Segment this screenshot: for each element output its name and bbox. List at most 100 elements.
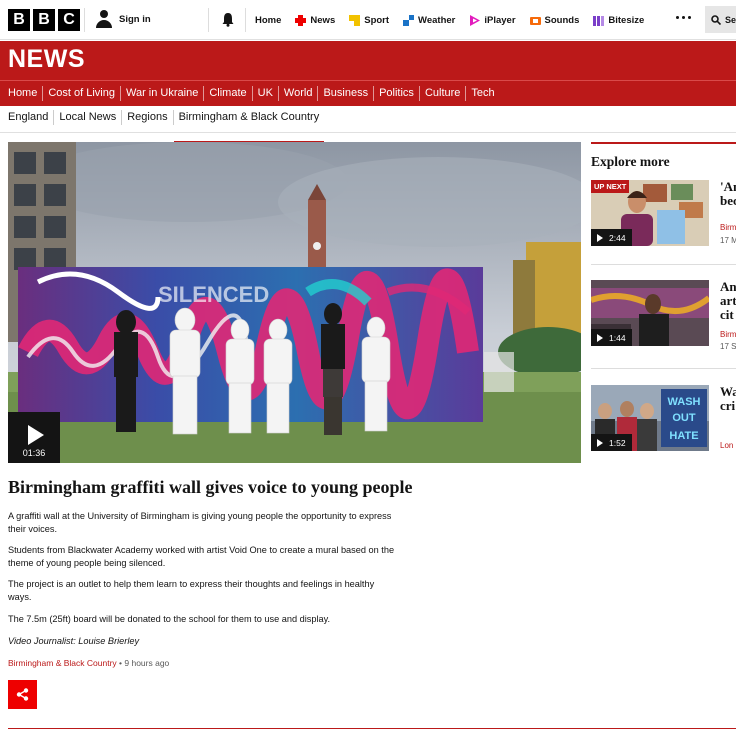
card-title-line: bec (720, 193, 736, 208)
nav-label: Weather (418, 14, 456, 26)
video-credit: Video Journalist: Louise Brierley (8, 636, 140, 646)
thumb-mural-text: WASH (668, 396, 701, 408)
section-nav: Home Cost of Living War in Ukraine Clima… (3, 84, 500, 103)
sport-icon (349, 14, 361, 26)
play-icon (28, 425, 44, 445)
up-next-badge: UP NEXT (591, 180, 630, 193)
video-thumbnail[interactable]: 1:44 (591, 280, 709, 346)
video-card[interactable]: WASH OUT HATE 1:52 Wa cri Lon (591, 385, 736, 455)
topic-tag-link[interactable]: Birmingham & Black Country (8, 658, 117, 668)
thumb-mural-text: HATE (669, 430, 698, 442)
video-play-button[interactable]: 01:36 (8, 412, 60, 463)
nav-label: Bitesize (608, 14, 645, 26)
more-menu-icon[interactable] (676, 16, 691, 19)
card-title[interactable]: Wa cri (720, 385, 736, 413)
nav-weather[interactable]: Weather (396, 0, 462, 40)
card-title[interactable]: 'Anbec (720, 180, 736, 208)
nav-iplayer[interactable]: iPlayer (462, 0, 522, 40)
user-icon (96, 10, 112, 28)
divider (245, 8, 246, 32)
logo-letter: B (33, 9, 55, 31)
signin-button[interactable]: Sign in (96, 10, 151, 28)
bitesize-icon (593, 15, 605, 26)
share-button[interactable] (8, 680, 37, 709)
subsection-nav: England Local News Regions Birmingham & … (3, 110, 325, 143)
bbc-logo[interactable]: B B C (8, 9, 80, 31)
news-wordmark[interactable]: NEWS (8, 45, 85, 74)
video-thumbnail[interactable]: WASH OUT HATE 1:52 (591, 385, 709, 451)
nav-news[interactable]: News (288, 0, 342, 40)
explore-more-heading: Explore more (591, 154, 670, 169)
article-headline: Birmingham graffiti wall gives voice to … (8, 477, 413, 497)
play-icon (597, 438, 603, 447)
section-war-in-ukraine[interactable]: War in Ukraine (121, 86, 205, 101)
logo-letter: C (58, 9, 80, 31)
card-duration: 1:44 (609, 332, 626, 343)
duration-pill: 1:52 (591, 434, 632, 451)
divider (8, 728, 736, 729)
subsection-england[interactable]: England (3, 110, 55, 125)
card-title-line: cit (720, 307, 734, 322)
video-card[interactable]: 1:44 An art cit Birm 17 S (591, 280, 736, 351)
divider (591, 264, 736, 265)
card-title-line: Wa (720, 384, 736, 399)
subsection-birmingham[interactable]: Birmingham & Black Country (173, 110, 325, 143)
section-world[interactable]: World (279, 86, 319, 101)
bell-icon[interactable] (221, 12, 235, 27)
section-climate[interactable]: Climate (204, 86, 253, 101)
news-icon (295, 14, 307, 26)
video-still: SILENCED (8, 142, 581, 463)
card-topic[interactable]: Lon (720, 441, 733, 450)
section-politics[interactable]: Politics (374, 86, 420, 101)
article-meta: Birmingham & Black Country • 9 hours ago (8, 658, 169, 668)
card-title-line: 'An (720, 179, 736, 194)
sounds-icon (529, 16, 541, 25)
card-date: 17 S (720, 342, 736, 351)
card-title[interactable]: An art cit (720, 280, 736, 322)
card-title-line: art (720, 293, 736, 308)
video-thumbnail[interactable]: UP NEXT 2:44 (591, 180, 709, 246)
subsection-regions[interactable]: Regions (122, 110, 174, 125)
search-button[interactable]: Se (705, 6, 736, 33)
video-card[interactable]: UP NEXT 2:44 'Anbec Birm 17 M (591, 180, 736, 250)
search-icon (711, 14, 721, 25)
card-topic[interactable]: Birm (720, 330, 736, 339)
section-home[interactable]: Home (3, 86, 44, 101)
card-duration: 2:44 (609, 232, 626, 243)
search-label: Se (724, 14, 736, 25)
section-culture[interactable]: Culture (420, 86, 467, 101)
video-duration: 01:36 (22, 448, 46, 458)
section-tech[interactable]: Tech (466, 86, 499, 101)
nav-label: Sport (364, 14, 390, 26)
card-topic[interactable]: Birm (720, 223, 736, 232)
nav-label: News (310, 14, 336, 26)
thumb-mural-text: OUT (672, 412, 696, 424)
mural-text: SILENCED (158, 282, 269, 307)
duration-pill: 2:44 (591, 229, 632, 246)
divider (0, 80, 736, 81)
nav-sport[interactable]: Sport (342, 0, 396, 40)
play-icon (597, 333, 603, 342)
card-title-line: An (720, 279, 736, 294)
article-paragraph: A graffiti wall at the University of Bir… (8, 511, 392, 534)
section-business[interactable]: Business (318, 86, 375, 101)
global-nav: Home News Sport Weather iPlayer Sounds B… (248, 0, 651, 40)
global-header: B B C Sign in Home News Sport Weather iP… (0, 0, 736, 40)
nav-label: iPlayer (484, 14, 516, 26)
nav-bitesize[interactable]: Bitesize (586, 0, 651, 40)
nav-label: Sounds (544, 14, 580, 26)
section-uk[interactable]: UK (253, 86, 279, 101)
nav-home[interactable]: Home (248, 0, 288, 40)
divider (591, 368, 736, 369)
card-duration: 1:52 (609, 437, 626, 448)
article-paragraph: The 7.5m (25ft) board will be donated to… (8, 614, 331, 624)
subsection-local-news[interactable]: Local News (54, 110, 123, 125)
iplayer-icon (470, 14, 481, 26)
section-cost-of-living[interactable]: Cost of Living (43, 86, 121, 101)
nav-label: Home (255, 14, 282, 26)
nav-sounds[interactable]: Sounds (523, 0, 587, 40)
divider (591, 142, 736, 144)
video-player[interactable]: SILENCED (8, 142, 581, 463)
card-date: 17 M (720, 236, 736, 245)
article-timestamp: 9 hours ago (124, 658, 170, 668)
